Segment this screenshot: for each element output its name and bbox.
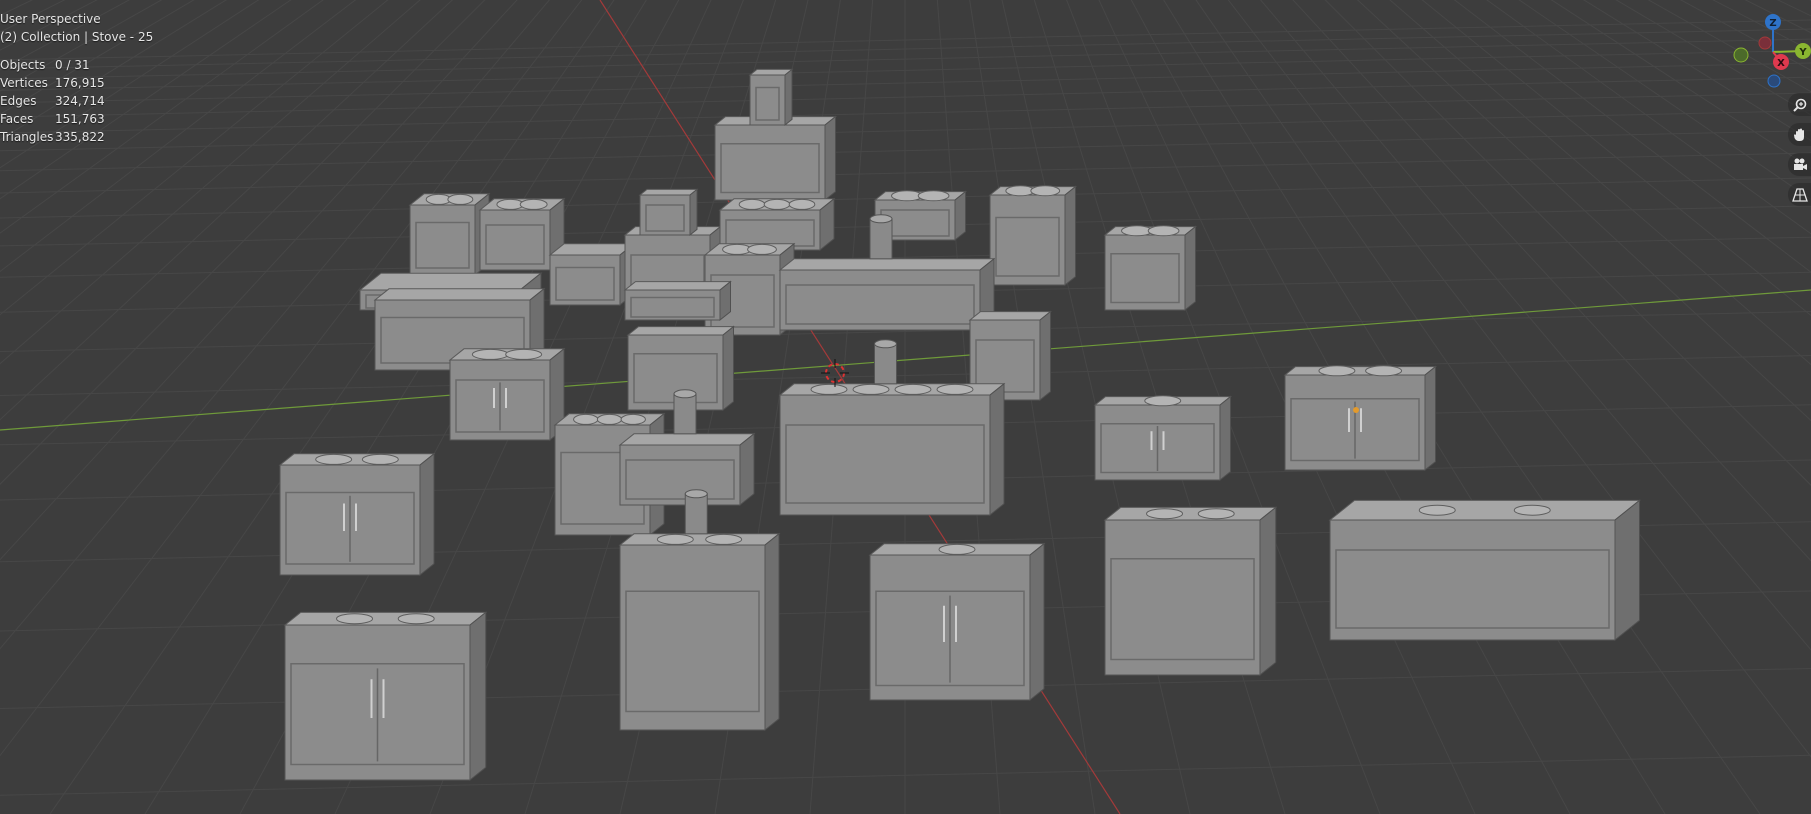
gizmo-y-label: Y [1798, 47, 1807, 58]
stat-value: 0 / 31 [55, 58, 90, 72]
stove-model[interactable] [1093, 395, 1232, 482]
perspective-grid-icon [1791, 187, 1808, 202]
pan-button[interactable] [1788, 123, 1811, 146]
stat-value: 335,822 [55, 130, 105, 144]
stat-label: Edges [0, 94, 37, 108]
stove-objects[interactable] [278, 68, 1641, 782]
gizmo-neg-x[interactable] [1758, 36, 1772, 50]
gizmo-neg-z[interactable] [1767, 74, 1781, 88]
stove-model[interactable] [283, 611, 488, 782]
stat-value: 324,714 [55, 94, 105, 108]
camera-icon [1793, 158, 1807, 170]
gizmo-y[interactable]: Y [1795, 43, 1811, 59]
stove-model[interactable] [623, 280, 732, 322]
stove-model[interactable] [868, 542, 1046, 702]
3d-viewport[interactable] [0, 0, 1811, 814]
stat-vertices: Vertices 176,915 [0, 74, 153, 92]
viewport-info-overlay: User Perspective (2) Collection | Stove … [0, 10, 153, 146]
stove-model[interactable] [718, 197, 836, 252]
zoom-icon [1792, 98, 1806, 112]
stat-objects: Objects 0 / 31 [0, 56, 153, 74]
camera-view-button[interactable] [1788, 153, 1811, 176]
viewport-scene [0, 0, 1811, 814]
stove-model[interactable] [1103, 225, 1197, 312]
viewport-nav-tools [1788, 93, 1811, 213]
gizmo-z[interactable]: Z [1765, 14, 1781, 30]
stove-model[interactable] [1328, 499, 1641, 642]
stat-faces: Faces 151,763 [0, 110, 153, 128]
stove-model[interactable] [638, 188, 699, 237]
view-name: User Perspective [0, 12, 101, 26]
gizmo-x-label: X [1777, 58, 1785, 69]
stove-model[interactable] [408, 192, 491, 277]
stat-label: Triangles [0, 130, 54, 144]
gizmo-x[interactable]: X [1773, 54, 1789, 70]
stove-model[interactable] [278, 452, 436, 577]
perspective-toggle-button[interactable] [1788, 183, 1811, 206]
collection-info: (2) Collection | Stove - 25 [0, 30, 154, 44]
stove-model[interactable] [713, 115, 837, 202]
stove-model[interactable] [548, 242, 636, 307]
gizmo-z-label: Z [1769, 18, 1776, 29]
gizmo-neg-y[interactable] [1733, 47, 1749, 63]
stove-model[interactable] [1283, 365, 1437, 472]
stove-model[interactable] [988, 185, 1077, 287]
zoom-button[interactable] [1788, 93, 1811, 116]
stat-edges: Edges 324,714 [0, 92, 153, 110]
stat-triangles: Triangles 335,822 [0, 128, 153, 146]
stove-model[interactable] [1103, 506, 1278, 677]
hand-pan-icon [1793, 128, 1804, 141]
navigation-gizmo[interactable]: Z Y X [1725, 8, 1811, 94]
stat-label: Objects [0, 58, 46, 72]
stat-value: 176,915 [55, 76, 105, 90]
stat-label: Vertices [0, 76, 48, 90]
stat-label: Faces [0, 112, 34, 126]
stove-model[interactable] [448, 347, 566, 442]
stove-model[interactable] [748, 68, 794, 127]
selected-origin-dot [1353, 407, 1359, 413]
stat-value: 151,763 [55, 112, 105, 126]
